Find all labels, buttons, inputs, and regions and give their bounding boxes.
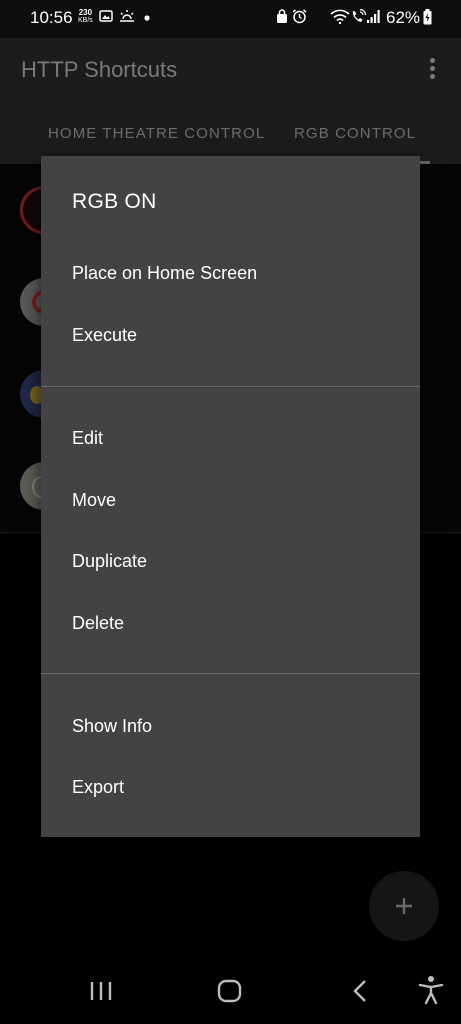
menu-title: RGB ON	[72, 190, 157, 213]
app-title: HTTP Shortcuts	[21, 57, 178, 82]
menu-item-label: Execute	[72, 325, 138, 345]
status-time: 10:56	[30, 8, 73, 27]
menu-item-label: Duplicate	[72, 551, 148, 571]
tab-home-theatre-control[interactable]: HOME THEATRE CONTROL	[48, 125, 265, 142]
home-icon[interactable]	[217, 978, 243, 1004]
battery-percent: 62%	[386, 8, 421, 27]
more-notifications-dot-icon	[144, 15, 150, 21]
export-item[interactable]: Export	[41, 758, 420, 816]
lock-icon	[277, 9, 287, 23]
overflow-menu-icon[interactable]	[425, 56, 439, 82]
plus-icon	[396, 898, 412, 914]
tab-rgb-control[interactable]: RGB CONTROL	[294, 125, 416, 142]
gallery-notification-icon	[99, 10, 113, 22]
add-shortcut-button[interactable]	[369, 871, 439, 941]
menu-item-label: Edit	[72, 428, 104, 448]
network-speed: 230 KB/s	[78, 8, 93, 25]
accessibility-icon[interactable]	[418, 975, 444, 1005]
wifi-calling-icon	[352, 9, 366, 22]
menu-item-label: Delete	[72, 613, 125, 633]
shortcut-context-menu: RGB ON Place on Home Screen Execute Edit…	[41, 156, 420, 837]
recent-apps-icon[interactable]	[89, 978, 113, 1004]
menu-item-label: Show Info	[72, 716, 153, 736]
show-info-item[interactable]: Show Info	[41, 697, 420, 755]
menu-divider	[41, 673, 420, 674]
back-icon[interactable]	[350, 978, 370, 1004]
system-nav-bar	[0, 960, 461, 1024]
menu-item-label: Place on Home Screen	[72, 263, 258, 283]
duplicate-item[interactable]: Duplicate	[41, 532, 420, 590]
alarm-icon	[292, 9, 307, 24]
menu-item-label: Move	[72, 490, 117, 510]
status-bar: 10:56 230 KB/s 62%	[0, 0, 461, 38]
menu-divider	[41, 386, 420, 387]
wifi-icon	[330, 9, 350, 24]
place-on-home-screen-item[interactable]: Place on Home Screen	[41, 244, 420, 302]
menu-item-label: Export	[72, 777, 125, 797]
delete-item[interactable]: Delete	[41, 594, 420, 652]
edit-item[interactable]: Edit	[41, 409, 420, 467]
weather-notification-icon	[120, 10, 134, 22]
battery-charging-icon	[423, 9, 432, 25]
app-bar: HTTP Shortcuts HOME THEATRE CONTROL RGB …	[0, 38, 461, 164]
move-item[interactable]: Move	[41, 471, 420, 529]
cell-signal-icon	[367, 10, 380, 23]
execute-item[interactable]: Execute	[41, 306, 420, 364]
